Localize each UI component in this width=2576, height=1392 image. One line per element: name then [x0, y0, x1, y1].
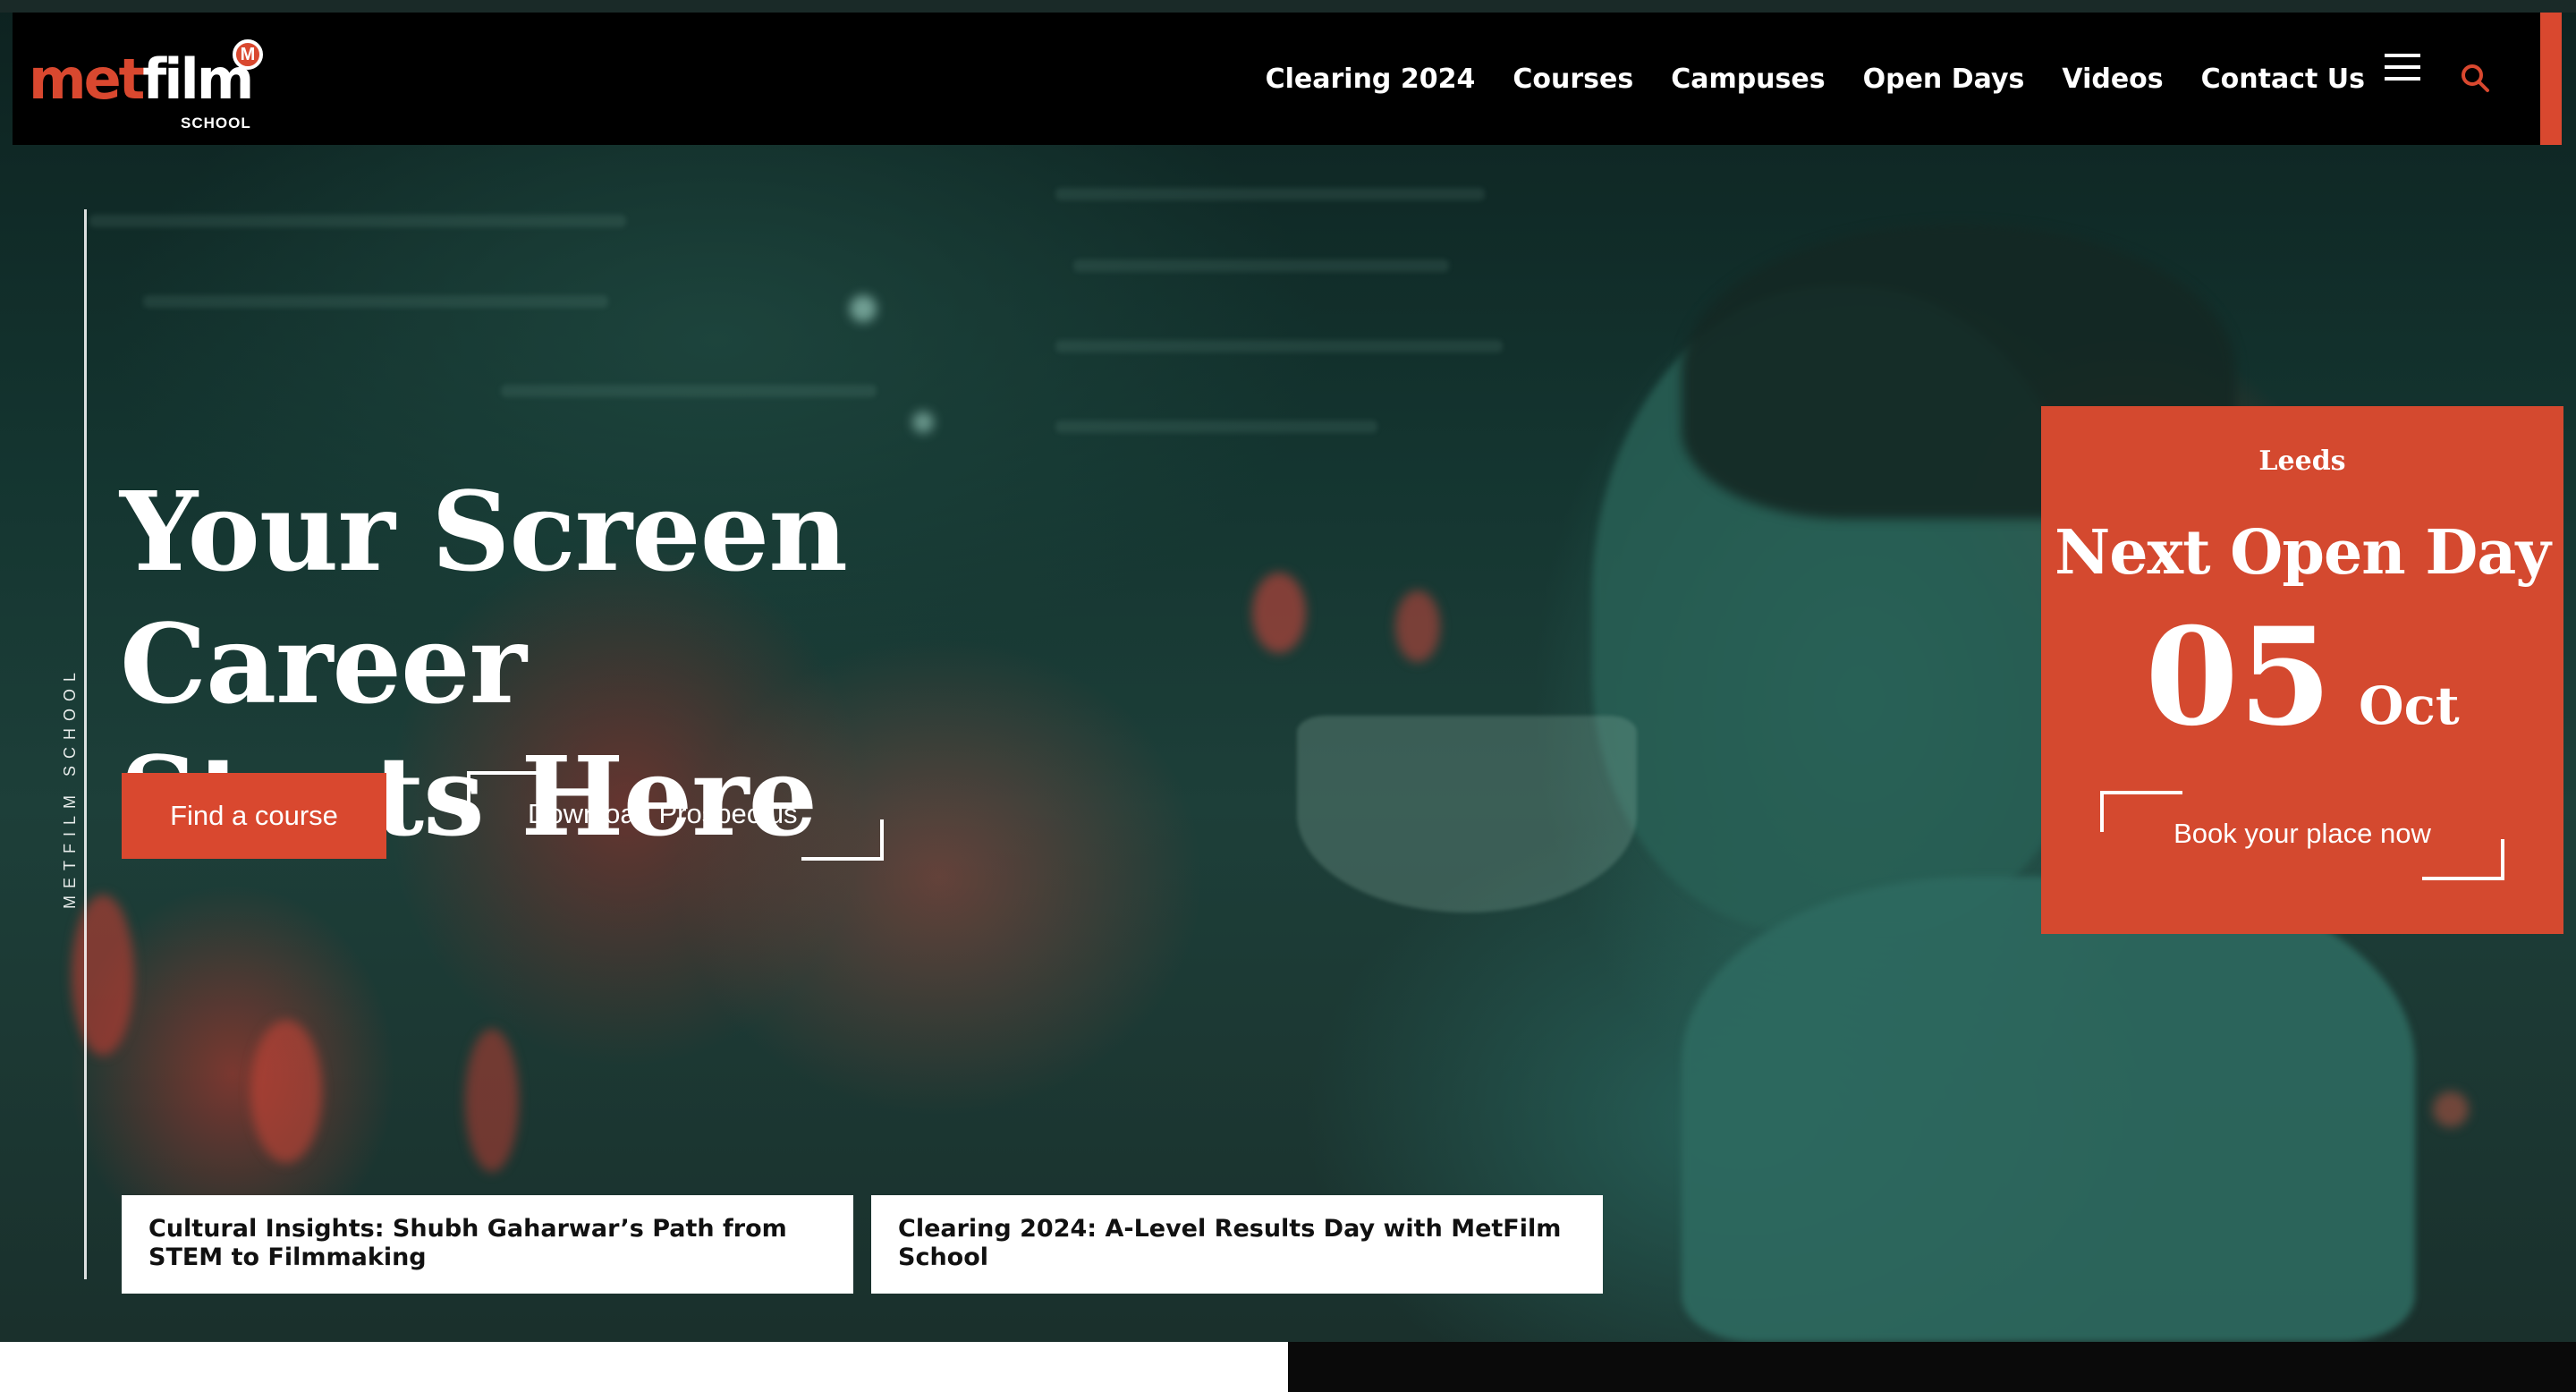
- main-nav: Clearing 2024 Courses Campuses Open Days…: [1266, 13, 2365, 145]
- nav-contact-us[interactable]: Contact Us: [2201, 64, 2365, 95]
- nav-videos[interactable]: Videos: [2062, 64, 2163, 95]
- top-edge-strip: [0, 0, 2576, 13]
- book-your-place-button[interactable]: Book your place now: [2100, 791, 2504, 880]
- hero-title-line1: Your Screen Career: [120, 467, 848, 728]
- corner-bracket-bottom-right: [801, 819, 884, 861]
- open-day-title: Next Open Day: [2055, 517, 2551, 589]
- content-section-right: [1288, 1342, 2576, 1392]
- open-day-campus: Leeds: [2258, 446, 2346, 477]
- bokeh-light: [250, 1020, 322, 1163]
- open-day-month: Oct: [2359, 675, 2460, 736]
- hamburger-icon[interactable]: [2385, 54, 2420, 81]
- logo-wordmark: metfilm: [29, 52, 254, 107]
- content-section-left: [0, 1342, 1288, 1392]
- background-shelf: [1073, 259, 1449, 272]
- martini-glass: [1297, 716, 1637, 912]
- background-shelf: [143, 295, 608, 308]
- download-prospectus-label: Download Prospectus: [528, 798, 798, 829]
- figure-shoulder: [1682, 877, 2415, 1342]
- bokeh-light: [912, 412, 934, 433]
- news-card[interactable]: Clearing 2024: A-Level Results Day with …: [871, 1195, 1603, 1294]
- bokeh-light: [1395, 590, 1440, 662]
- background-shelf: [1055, 420, 1377, 433]
- search-icon[interactable]: [2458, 61, 2494, 97]
- logo-badge-icon: M: [233, 39, 263, 70]
- logo-subtitle: SCHOOL: [181, 115, 251, 132]
- download-prospectus-button[interactable]: Download Prospectus: [467, 771, 884, 861]
- side-divider: [84, 209, 87, 1279]
- open-day-card: Leeds Next Open Day 05 Oct Book your pla…: [2041, 406, 2563, 934]
- bokeh-light: [72, 895, 134, 1056]
- logo-met: met: [29, 47, 145, 112]
- nav-accent-bar: [2540, 13, 2562, 145]
- nav-campuses[interactable]: Campuses: [1671, 64, 1825, 95]
- nav-clearing-2024[interactable]: Clearing 2024: [1266, 64, 1476, 95]
- open-day-date: 05 Oct: [2041, 610, 2563, 744]
- metfilm-logo[interactable]: metfilm M SCHOOL: [29, 39, 270, 132]
- nav-open-days[interactable]: Open Days: [1863, 64, 2025, 95]
- bokeh-light: [2433, 1091, 2469, 1127]
- book-your-place-label: Book your place now: [2174, 818, 2431, 849]
- find-a-course-button[interactable]: Find a course: [122, 773, 386, 859]
- background-shelf: [1055, 188, 1485, 200]
- side-brand-label: METFILM SCHOOL: [61, 665, 79, 909]
- background-shelf: [1055, 340, 1503, 352]
- bokeh-light: [850, 295, 877, 322]
- bokeh-light: [465, 1029, 519, 1172]
- news-card[interactable]: Cultural Insights: Shubh Gaharwar’s Path…: [122, 1195, 853, 1294]
- nav-courses[interactable]: Courses: [1513, 64, 1633, 95]
- background-shelf: [89, 215, 626, 227]
- open-day-day: 05: [2145, 598, 2333, 756]
- top-navbar: metfilm M SCHOOL Clearing 2024 Courses C…: [13, 13, 2540, 145]
- background-shelf: [501, 385, 877, 397]
